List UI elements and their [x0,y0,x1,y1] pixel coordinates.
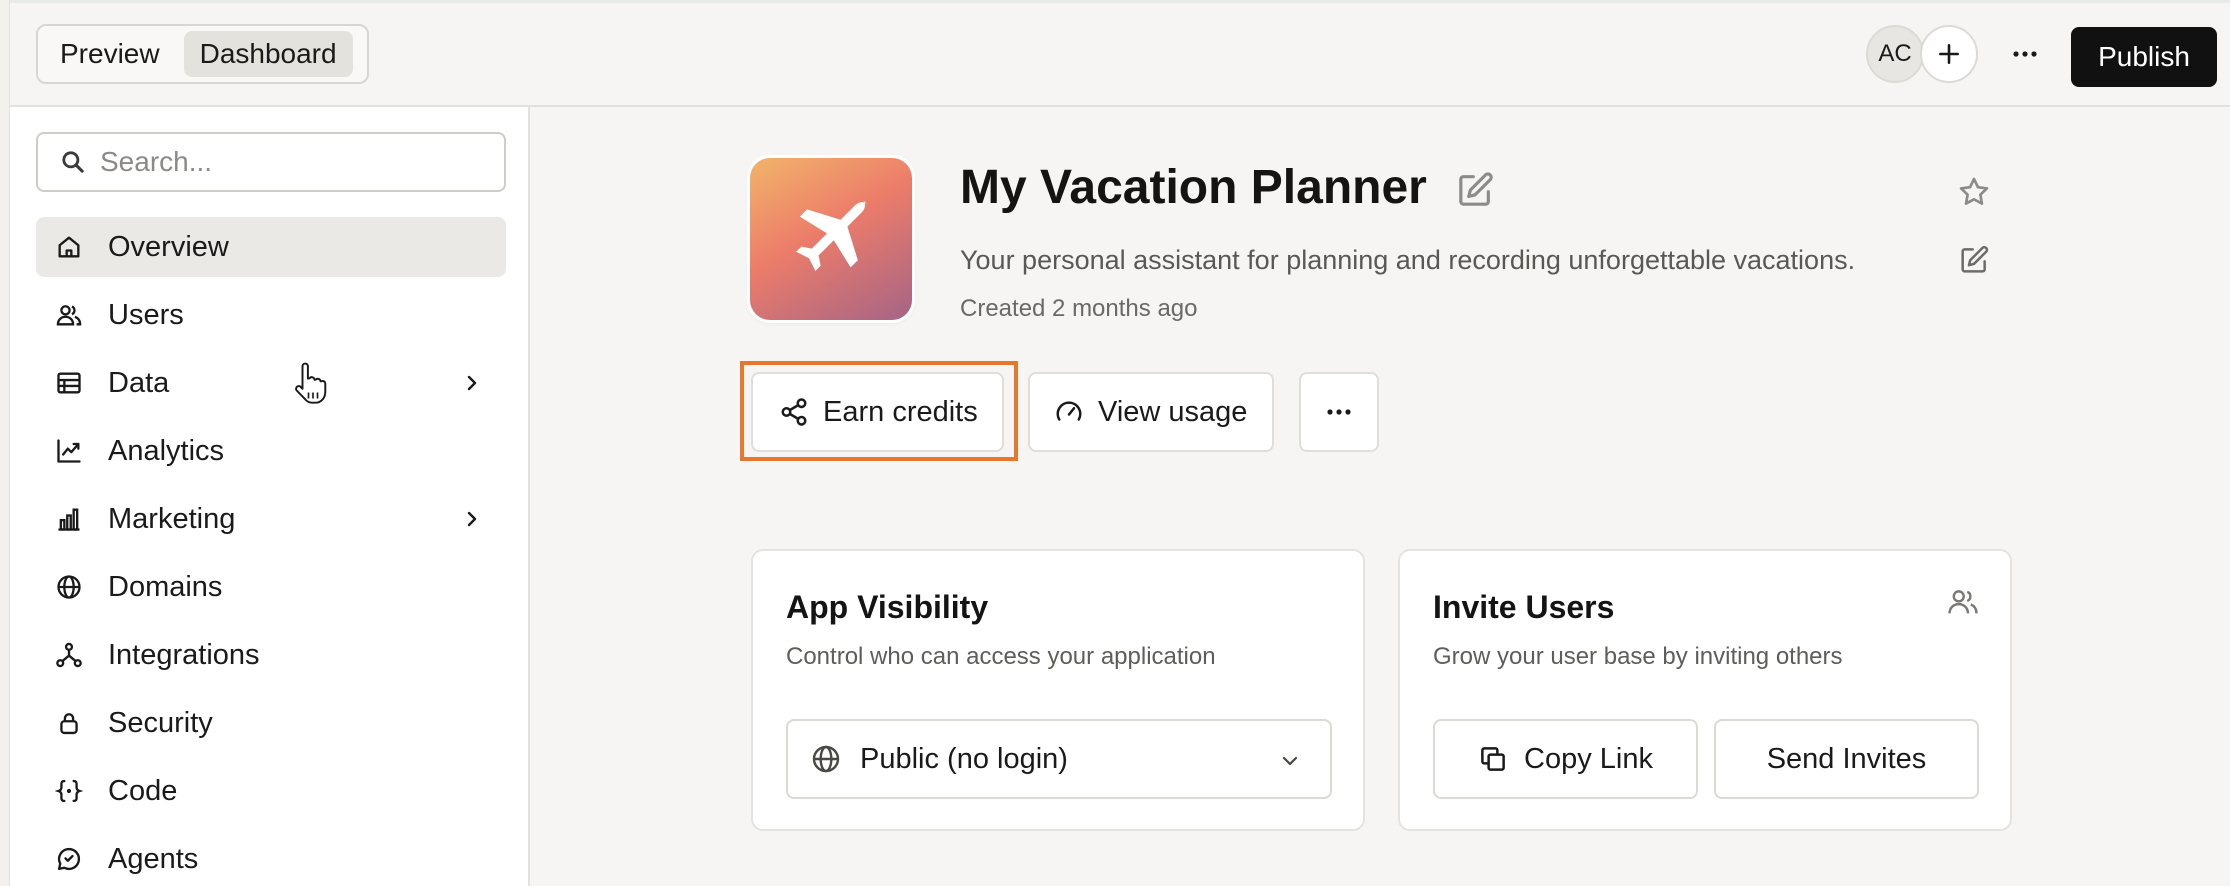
sidebar-item-label: Integrations [108,638,260,671]
search-box[interactable] [36,132,506,192]
star-icon[interactable] [1957,175,1991,209]
table-icon [54,368,84,398]
dashboard-tab[interactable]: Dashboard [183,31,353,77]
created-timestamp: Created 2 months ago [960,295,1198,322]
sidebar-item-label: Analytics [108,434,225,467]
home-icon [54,232,84,262]
card-subtitle: Grow your user base by inviting others [1433,643,1843,670]
globe-icon [812,745,840,773]
app-description: Your personal assistant for planning and… [960,245,1856,275]
share-icon [781,398,807,426]
code-braces-icon [54,776,84,806]
bar-chart-icon [54,504,84,534]
sidebar-item-label: Domains [108,570,223,603]
sidebar-item-integrations[interactable]: Integrations [36,625,506,685]
chevron-down-icon [1282,756,1298,766]
globe-icon [54,572,84,602]
earn-credits-button[interactable]: Earn credits [751,372,1004,452]
sidebar: Overview Users Data Analytics Marketi [10,107,530,886]
sidebar-item-data[interactable]: Data [36,353,506,413]
publish-button[interactable]: Publish [2071,27,2217,87]
card-subtitle: Control who can access your application [786,643,1216,670]
airplane-icon [796,200,867,271]
edit-description-icon[interactable] [1958,244,1990,276]
sidebar-item-label: Marketing [108,502,236,535]
search-input[interactable] [100,146,480,178]
card-title: App Visibility [786,589,989,625]
user-avatar[interactable]: AC [1866,25,1924,83]
trend-icon [54,436,84,466]
chevron-right-icon [467,375,477,391]
users-icon [1948,590,1978,614]
invite-users-card: Invite Users Grow your user base by invi… [1398,549,2012,831]
sidebar-item-analytics[interactable]: Analytics [36,421,506,481]
sidebar-item-domains[interactable]: Domains [36,557,506,617]
send-invites-button[interactable]: Send Invites [1714,719,1979,799]
header-more-button[interactable] [2000,31,2050,77]
left-edge [0,0,10,886]
sidebar-item-security[interactable]: Security [36,693,506,753]
sidebar-item-label: Agents [108,842,199,875]
more-horizontal-icon [1327,409,1351,415]
users-icon [54,300,84,330]
preview-tab[interactable]: Preview [44,31,176,77]
edit-title-icon[interactable] [1455,170,1495,210]
earn-credits-label: Earn credits [823,395,978,428]
sidebar-item-code[interactable]: Code [36,761,506,821]
sidebar-item-label: Security [108,706,213,739]
view-usage-button[interactable]: View usage [1028,372,1274,452]
sidebar-item-label: Code [108,774,178,807]
app-visibility-card: App Visibility Control who can access yo… [751,549,1365,831]
view-usage-label: View usage [1098,395,1248,428]
search-icon [62,151,84,173]
sidebar-item-label: Users [108,298,184,331]
plus-icon [1939,44,1959,64]
sidebar-item-users[interactable]: Users [36,285,506,345]
sidebar-item-overview[interactable]: Overview [36,217,506,277]
pointer-cursor-icon [295,362,327,404]
visibility-select-value: Public (no login) [860,742,1068,775]
visibility-select[interactable]: Public (no login) [786,719,1332,799]
sidebar-nav: Overview Users Data Analytics Marketing … [36,217,506,886]
integrations-icon [54,640,84,670]
copy-link-label: Copy Link [1524,742,1653,775]
app-icon[interactable] [750,158,912,320]
copy-icon [1481,747,1505,771]
sidebar-item-agents[interactable]: Agents [36,829,506,886]
card-title: Invite Users [1433,589,1615,625]
app-title: My Vacation Planner [960,161,1427,214]
more-horizontal-icon [2013,51,2037,57]
add-collaborator-button[interactable] [1920,25,1978,83]
more-actions-button[interactable] [1299,372,1379,452]
sidebar-item-marketing[interactable]: Marketing [36,489,506,549]
lock-icon [54,708,84,738]
chevron-right-icon [467,511,477,527]
sidebar-item-label: Overview [108,230,229,263]
sidebar-item-label: Data [108,366,170,399]
copy-link-button[interactable]: Copy Link [1433,719,1698,799]
agent-icon [54,844,84,874]
top-bar: Preview Dashboard AC Publish [10,3,2230,107]
view-toggle: Preview Dashboard [36,24,369,84]
gauge-icon [1056,401,1082,421]
